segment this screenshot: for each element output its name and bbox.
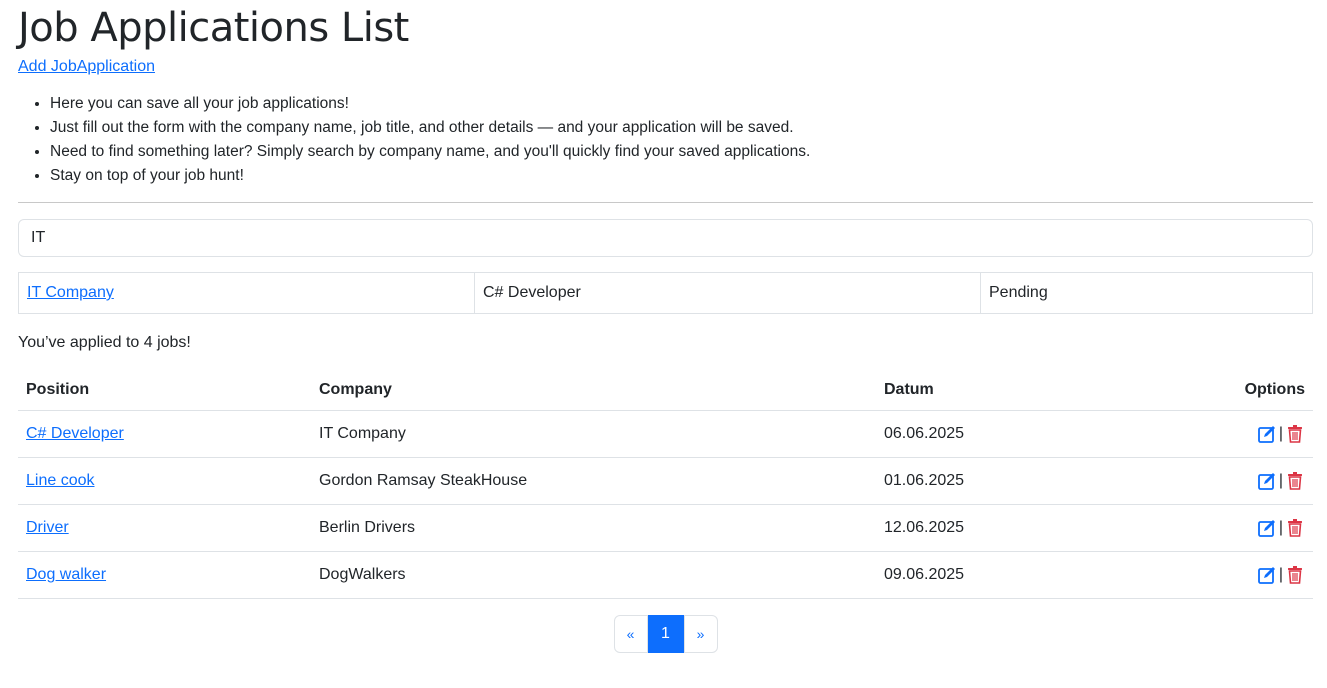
table-row: Dog walker DogWalkers 09.06.2025 | bbox=[18, 551, 1313, 599]
info-item: Stay on top of your job hunt! bbox=[50, 164, 1313, 188]
company-cell: DogWalkers bbox=[311, 551, 876, 599]
info-list: Here you can save all your job applicati… bbox=[18, 92, 1313, 188]
search-result-status: Pending bbox=[980, 272, 1313, 314]
edit-icon[interactable] bbox=[1257, 518, 1277, 538]
header-company: Company bbox=[311, 370, 876, 411]
options-separator: | bbox=[1278, 519, 1283, 536]
trash-icon[interactable] bbox=[1285, 518, 1305, 538]
divider bbox=[18, 202, 1313, 203]
date-cell: 12.06.2025 bbox=[876, 504, 1120, 552]
table-row: C# Developer IT Company 06.06.2025 | bbox=[18, 410, 1313, 458]
search-result-row: IT Company C# Developer Pending bbox=[18, 272, 1313, 314]
edit-icon[interactable] bbox=[1257, 471, 1277, 491]
applied-count: You’ve applied to 4 jobs! bbox=[18, 334, 191, 351]
pagination-prev[interactable]: « bbox=[613, 615, 648, 653]
company-cell: IT Company bbox=[311, 410, 876, 458]
position-link[interactable]: Line cook bbox=[26, 472, 95, 489]
search-result-company-link[interactable]: IT Company bbox=[27, 284, 114, 301]
header-position: Position bbox=[18, 370, 311, 411]
company-cell: Gordon Ramsay SteakHouse bbox=[311, 457, 876, 505]
position-link[interactable]: Dog walker bbox=[26, 566, 106, 583]
table-row: Driver Berlin Drivers 12.06.2025 | bbox=[18, 504, 1313, 552]
trash-icon[interactable] bbox=[1285, 565, 1305, 585]
position-link[interactable]: Driver bbox=[26, 519, 69, 536]
position-link[interactable]: C# Developer bbox=[26, 425, 124, 442]
info-item: Need to find something later? Simply sea… bbox=[50, 140, 1313, 164]
header-options: Options bbox=[1119, 370, 1313, 411]
table-row: Line cook Gordon Ramsay SteakHouse 01.06… bbox=[18, 457, 1313, 505]
search-input[interactable] bbox=[18, 219, 1313, 257]
options-separator: | bbox=[1278, 425, 1283, 442]
options-separator: | bbox=[1278, 472, 1283, 489]
company-cell: Berlin Drivers bbox=[311, 504, 876, 552]
info-item: Just fill out the form with the company … bbox=[50, 116, 1313, 140]
date-cell: 09.06.2025 bbox=[876, 551, 1120, 599]
trash-icon[interactable] bbox=[1285, 471, 1305, 491]
options-separator: | bbox=[1278, 566, 1283, 583]
pagination-next[interactable]: » bbox=[683, 615, 718, 653]
search-results-table: IT Company C# Developer Pending bbox=[18, 272, 1313, 314]
search-result-position: C# Developer bbox=[474, 272, 981, 314]
edit-icon[interactable] bbox=[1257, 565, 1277, 585]
jobs-table: Position Company Datum Options C# Develo… bbox=[18, 370, 1313, 599]
page-title: Job Applications List bbox=[18, 5, 409, 51]
pagination-page-1[interactable]: 1 bbox=[647, 615, 684, 653]
header-date: Datum bbox=[876, 370, 1120, 411]
add-job-application-link[interactable]: Add JobApplication bbox=[18, 58, 155, 75]
date-cell: 06.06.2025 bbox=[876, 410, 1120, 458]
trash-icon[interactable] bbox=[1285, 424, 1305, 444]
date-cell: 01.06.2025 bbox=[876, 457, 1120, 505]
edit-icon[interactable] bbox=[1257, 424, 1277, 444]
info-item: Here you can save all your job applicati… bbox=[50, 92, 1313, 116]
pagination: « 1 » bbox=[18, 615, 1313, 653]
